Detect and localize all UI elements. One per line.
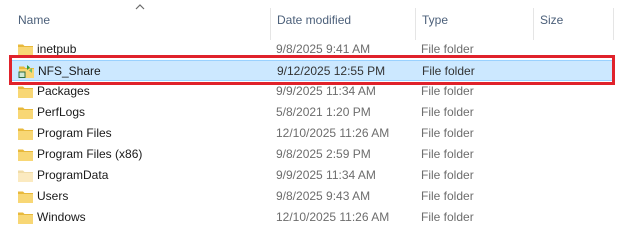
- file-row[interactable]: inetpub 9/8/2025 9:41 AM File folder: [10, 39, 614, 60]
- file-date-modified: 9/9/2025 11:34 AM: [276, 168, 376, 182]
- file-name: Program Files: [37, 126, 112, 140]
- file-name: Users: [37, 189, 69, 203]
- file-type: File folder: [421, 105, 474, 119]
- file-name: NFS_Share: [38, 64, 101, 78]
- column-header-name[interactable]: Name: [18, 0, 266, 40]
- file-type: File folder: [422, 64, 475, 78]
- file-date-modified: 9/9/2025 11:34 AM: [276, 84, 376, 98]
- file-row[interactable]: PerfLogs 5/8/2021 1:20 PM File folder: [10, 102, 614, 123]
- folder-icon: [17, 105, 34, 120]
- column-divider[interactable]: [533, 8, 534, 40]
- column-header-type[interactable]: Type: [422, 0, 522, 40]
- file-row[interactable]: Program Files (x86) 9/8/2025 2:59 PM File …: [10, 144, 614, 165]
- file-row[interactable]: Users 9/8/2025 9:43 AM File folder: [10, 186, 614, 207]
- file-date-modified: 9/8/2025 9:43 AM: [276, 189, 371, 203]
- file-type: File folder: [421, 210, 474, 224]
- shared-folder-icon: [18, 64, 35, 79]
- file-type: File folder: [421, 126, 474, 140]
- file-date-modified: 12/10/2025 11:26 AM: [276, 210, 390, 224]
- folder-icon: [17, 189, 34, 204]
- folder-hidden-icon: [17, 168, 34, 183]
- file-name: Packages: [37, 84, 90, 98]
- folder-icon: [17, 210, 34, 225]
- column-header-bar: Name Date modified Type Size: [0, 0, 622, 40]
- file-row[interactable]: Packages 9/9/2025 11:34 AM File folder: [10, 81, 614, 102]
- file-row[interactable]: NFS_Share 9/12/2025 12:55 PM File folder: [10, 60, 614, 81]
- file-name: inetpub: [37, 42, 77, 56]
- folder-icon: [17, 84, 34, 99]
- column-divider[interactable]: [613, 8, 614, 40]
- file-date-modified: 5/8/2021 1:20 PM: [276, 105, 371, 119]
- file-name: PerfLogs: [37, 105, 86, 119]
- file-type: File folder: [421, 84, 474, 98]
- file-row[interactable]: Program Files 12/10/2025 11:26 AM File fol…: [10, 123, 614, 144]
- file-date-modified: 9/8/2025 2:59 PM: [276, 147, 371, 161]
- file-type: File folder: [421, 42, 474, 56]
- column-header-size[interactable]: Size: [540, 0, 610, 40]
- file-date-modified: 9/8/2025 9:41 AM: [276, 42, 371, 56]
- file-date-modified: 12/10/2025 11:26 AM: [276, 126, 390, 140]
- file-name: Program Files (x86): [37, 147, 143, 161]
- file-name: ProgramData: [37, 168, 109, 182]
- file-type: File folder: [421, 147, 474, 161]
- file-row[interactable]: ProgramData 9/9/2025 11:34 AM File folder: [10, 165, 614, 186]
- file-type: File folder: [421, 189, 474, 203]
- file-row[interactable]: Windows 12/10/2025 11:26 AM File folder: [10, 207, 614, 228]
- column-header-date-modified[interactable]: Date modified: [277, 0, 407, 40]
- file-name: Windows: [37, 210, 86, 224]
- folder-icon: [17, 126, 34, 141]
- folder-icon: [17, 42, 34, 57]
- file-type: File folder: [421, 168, 474, 182]
- file-date-modified: 9/12/2025 12:55 PM: [277, 64, 386, 78]
- column-divider[interactable]: [415, 8, 416, 40]
- column-divider[interactable]: [270, 8, 271, 40]
- folder-icon: [17, 147, 34, 162]
